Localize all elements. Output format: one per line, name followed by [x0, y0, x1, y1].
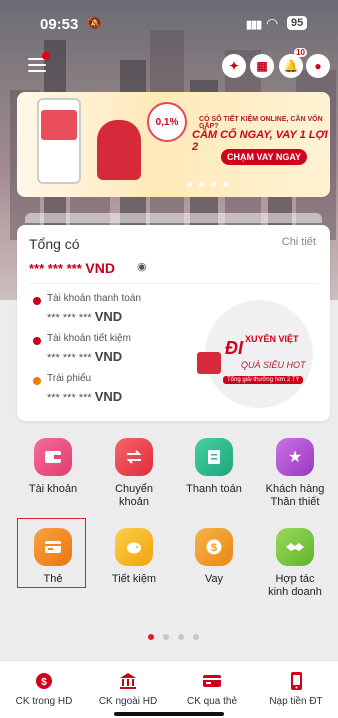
page-dot[interactable] — [163, 634, 169, 640]
transfer-icon — [115, 438, 153, 476]
nav-label: CK qua thẻ — [186, 696, 238, 707]
page-dot-active[interactable] — [148, 634, 154, 640]
service-label: Chuyển khoản — [115, 483, 153, 508]
service-label: Tiết kiệm — [111, 573, 157, 585]
service-business-cooperation[interactable]: Hợp tác kinh doanh — [253, 528, 337, 599]
service-label: Vay — [204, 573, 224, 585]
service-label: Hợp tác kinh doanh — [268, 573, 322, 598]
svg-text:$: $ — [41, 677, 47, 688]
service-payment[interactable]: Thanh toán — [172, 438, 256, 496]
nav-external-transfer[interactable]: CK ngoài HD — [86, 671, 170, 707]
bottom-nav: $ CK trong HD CK ngoài HD CK qua thẻ Nạp… — [0, 660, 338, 718]
service-loyalty[interactable]: ★ Khách hàng Thân thiết — [253, 438, 337, 509]
bank-icon — [86, 671, 170, 691]
service-account[interactable]: Tài khoản — [11, 438, 95, 496]
dollar-coin-icon: $ — [195, 528, 233, 566]
account-label: Trái phiếu — [47, 373, 92, 384]
promo-graphic[interactable]: ĐI XUYÊN VIỆT QUÀ SIÊU HOT Tổng giải thư… — [197, 300, 317, 410]
promo-word-3: QUÀ SIÊU HOT — [241, 360, 306, 370]
home-indicator — [114, 712, 224, 716]
account-label: Tài khoản thanh toán — [47, 293, 141, 304]
nav-card-transfer[interactable]: CK qua thẻ — [170, 671, 254, 707]
banner-pager — [187, 182, 228, 187]
service-loan[interactable]: $ Vay — [172, 528, 256, 586]
battery-indicator: 95 — [287, 16, 308, 30]
account-amount: *** *** *** VND — [47, 389, 123, 404]
wifi-icon: ◠ — [266, 15, 279, 31]
bell-slash-icon: 🔕 — [87, 16, 102, 30]
people-illustration — [97, 120, 141, 180]
star-icon: ★ — [276, 438, 314, 476]
service-transfer[interactable]: Chuyển khoản — [92, 438, 176, 509]
service-label: Khách hàng Thân thiết — [265, 483, 325, 508]
total-balance: *** *** *** VND — [29, 260, 115, 276]
nav-label: CK ngoài HD — [98, 696, 158, 707]
promo-word-2: XUYÊN VIỆT — [245, 334, 299, 344]
eye-icon[interactable]: ◉ — [137, 260, 147, 273]
account-dot — [33, 297, 41, 305]
top-bar: ✦ ▦ 🔔 10 ● — [0, 48, 338, 82]
menu-icon[interactable] — [28, 58, 46, 72]
promo-tag: Tổng giải thưởng hơn 2 TỶ — [223, 376, 304, 384]
services-pager — [148, 634, 199, 640]
account-dot — [33, 337, 41, 345]
gift-box-illustration — [197, 352, 221, 374]
account-amount: *** *** *** VND — [47, 309, 123, 324]
banner-rate-badge: 0,1% — [147, 102, 187, 142]
banner-line-1: CÓ SỔ TIẾT KIỆM ONLINE, CẦN VỐN GẤP? — [199, 116, 323, 130]
balance-title: Tổng có — [29, 236, 80, 252]
gift-icon[interactable]: ✦ — [222, 54, 246, 78]
card-transfer-icon — [170, 671, 254, 691]
nav-phone-topup[interactable]: Nạp tiền ĐT — [254, 671, 338, 707]
banner-cta-button[interactable]: CHẠM VAY NGAY — [221, 149, 308, 165]
divider — [29, 283, 318, 284]
page-dot[interactable] — [178, 634, 184, 640]
notification-bell-icon[interactable]: 🔔 10 — [279, 48, 307, 78]
wallet-icon — [34, 438, 72, 476]
nav-label: Nạp tiền ĐT — [269, 696, 323, 707]
notification-count: 10 — [294, 48, 307, 57]
svg-text:$: $ — [211, 542, 217, 554]
promo-banner[interactable]: 0,1% CÓ SỔ TIẾT KIỆM ONLINE, CẦN VỐN GẤP… — [17, 92, 330, 197]
phone-illustration — [37, 98, 81, 184]
status-time: 09:53 — [40, 16, 79, 33]
page-dot[interactable] — [193, 634, 199, 640]
qr-code-icon[interactable]: ▦ — [250, 54, 274, 78]
promo-word-1: ĐI — [225, 338, 243, 358]
piggy-bank-icon — [115, 528, 153, 566]
phone-topup-icon — [254, 671, 338, 691]
menu-notification-dot — [42, 52, 50, 60]
detail-link[interactable]: Chi tiết — [282, 236, 316, 248]
selection-highlight — [17, 518, 86, 588]
total-masked: *** *** *** — [29, 261, 82, 276]
service-label: Tài khoản — [28, 483, 78, 495]
transfer-internal-icon: $ — [2, 671, 86, 691]
account-label: Tài khoản tiết kiệm — [47, 333, 131, 344]
bill-icon — [195, 438, 233, 476]
nav-label: CK trong HD — [15, 696, 73, 707]
service-label: Thanh toán — [186, 483, 242, 495]
profile-icon[interactable]: ● — [306, 54, 330, 78]
handshake-icon — [276, 528, 314, 566]
account-dot — [33, 377, 41, 385]
nav-internal-transfer[interactable]: $ CK trong HD — [2, 671, 86, 707]
account-amount: *** *** *** VND — [47, 349, 123, 364]
total-currency: VND — [85, 260, 115, 276]
card-top-strip — [25, 213, 322, 223]
service-savings[interactable]: Tiết kiệm — [92, 528, 176, 586]
status-bar: 09:53 🔕 ▮▮▮ ◠ 95 — [0, 0, 338, 44]
balance-card: Tổng có Chi tiết *** *** *** VND ◉ Tài k… — [17, 213, 330, 421]
signal-icon: ▮▮▮ — [246, 19, 262, 31]
